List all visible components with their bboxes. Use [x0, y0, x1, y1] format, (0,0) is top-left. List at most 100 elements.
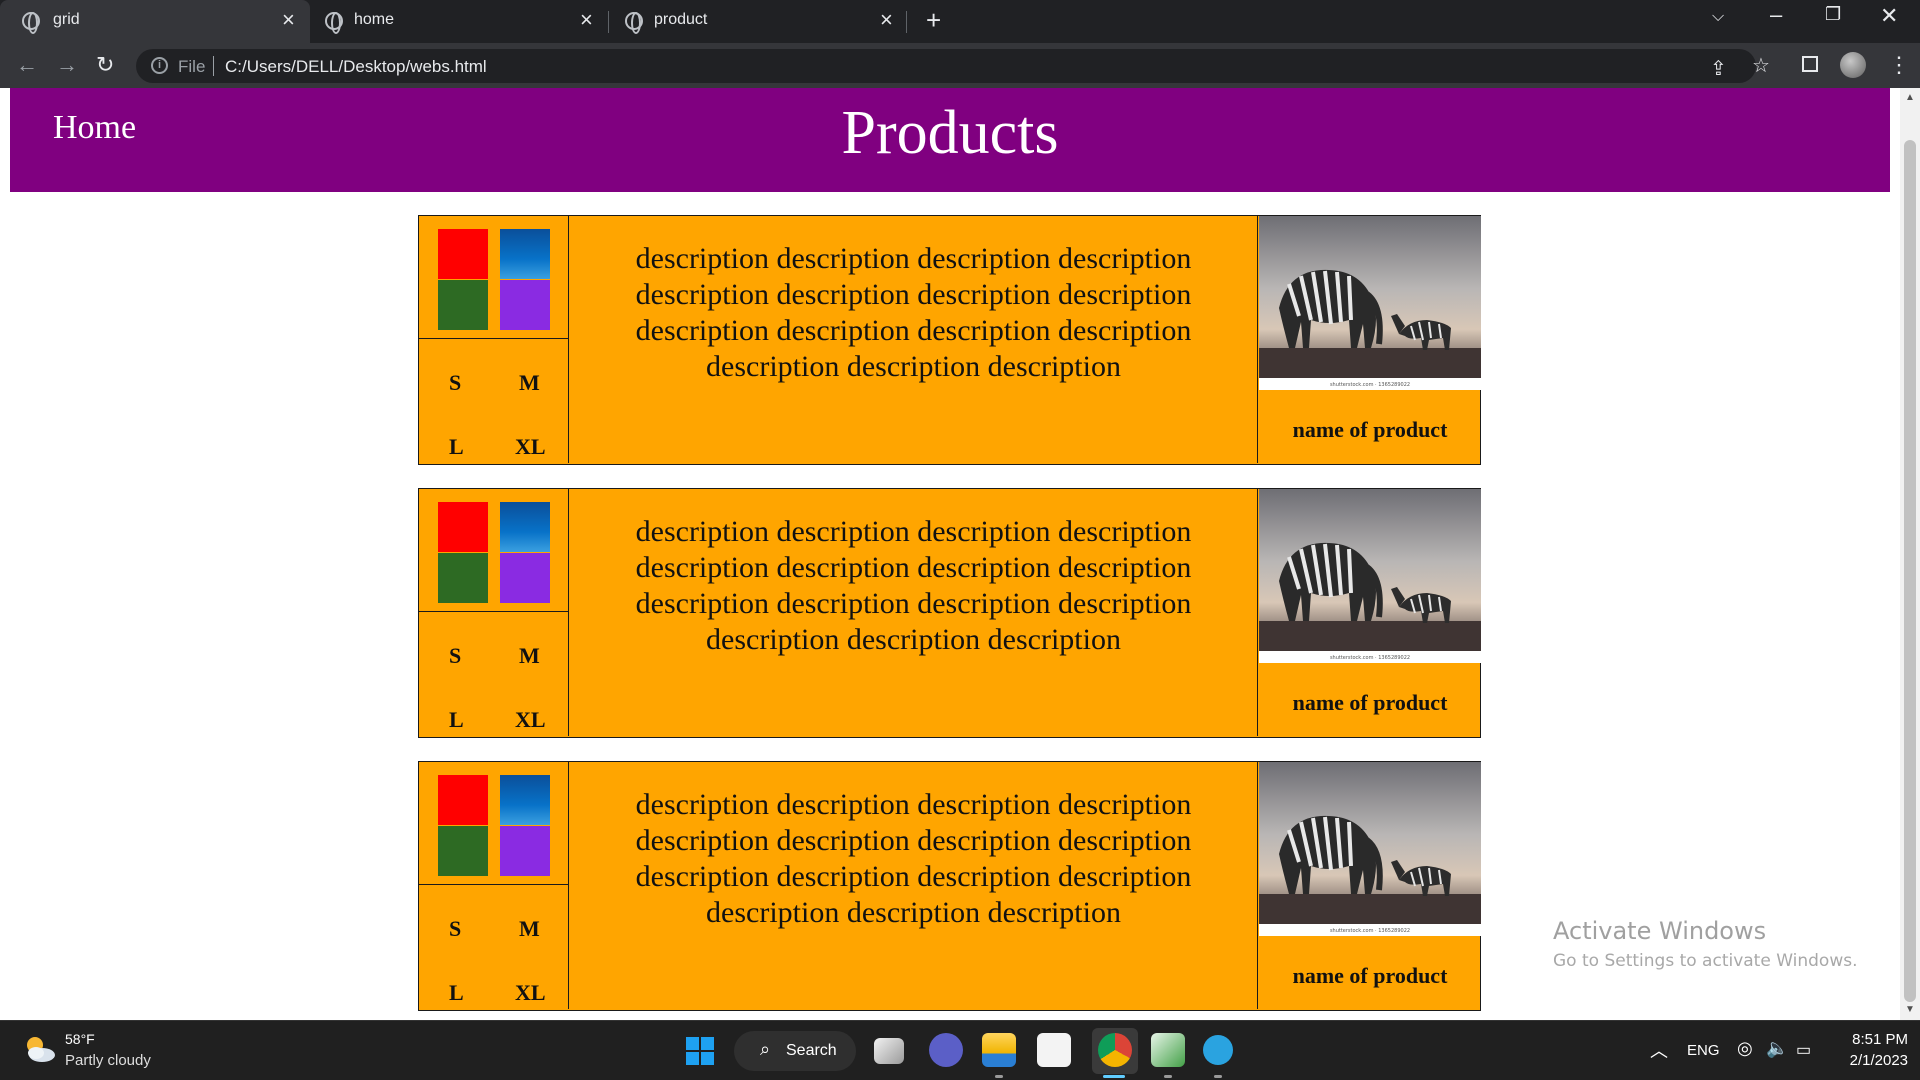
size-option[interactable]: M	[519, 916, 540, 942]
tab-grid[interactable]: grid ×	[0, 0, 310, 43]
share-icon[interactable]: ⇪	[1710, 56, 1727, 81]
file-explorer-icon[interactable]	[982, 1033, 1016, 1067]
globe-icon	[22, 12, 40, 34]
scheme-label: File	[178, 57, 206, 76]
size-option[interactable]: M	[519, 370, 540, 396]
color-swatch-purple[interactable]	[500, 280, 550, 330]
tab-product[interactable]: product ×	[610, 0, 910, 43]
color-swatch-red[interactable]	[438, 775, 488, 825]
clock-time[interactable]: 8:51 PM	[1838, 1031, 1908, 1048]
show-hidden-icons-chevron[interactable]: ︿	[1650, 1037, 1668, 1063]
language-indicator[interactable]: ENG	[1687, 1042, 1720, 1059]
product-photo: shutterstock.com · 1365289022	[1259, 216, 1481, 390]
size-option[interactable]: L	[449, 434, 464, 460]
browser-tab-strip: grid × home × product × + ⌵ – ❐ ✕	[0, 0, 1920, 43]
paint-app-icon[interactable]	[1151, 1033, 1185, 1067]
chrome-icon[interactable]	[1098, 1033, 1132, 1067]
running-indicator	[995, 1075, 1003, 1078]
tab-home[interactable]: home ×	[310, 0, 610, 43]
partly-cloudy-icon[interactable]	[22, 1033, 58, 1065]
product-media: shutterstock.com · 1365289022 name of pr…	[1259, 489, 1481, 736]
weather-temperature[interactable]: 58°F	[65, 1031, 95, 1047]
product-card: S M L XL description description descrip…	[418, 215, 1481, 465]
site-info-icon[interactable]: i	[151, 57, 168, 74]
size-option[interactable]: S	[449, 370, 461, 396]
telegram-icon[interactable]	[1203, 1035, 1233, 1065]
size-option[interactable]: XL	[515, 434, 546, 460]
weather-condition[interactable]: Partly cloudy	[65, 1052, 151, 1069]
bookmark-star-icon[interactable]: ☆	[1752, 53, 1770, 78]
product-description: description description description desc…	[635, 242, 1192, 383]
search-label: Search	[786, 1042, 837, 1059]
product-media: shutterstock.com · 1365289022 name of pr…	[1259, 216, 1481, 463]
color-swatch-green[interactable]	[438, 826, 488, 876]
activate-windows-watermark: Activate Windows Go to Settings to activ…	[1553, 917, 1858, 971]
color-swatch-blue[interactable]	[500, 229, 550, 279]
color-swatch-purple[interactable]	[500, 826, 550, 876]
profile-avatar[interactable]	[1840, 52, 1866, 78]
side-panel-icon[interactable]	[1802, 56, 1818, 72]
product-description-cell: description description description desc…	[570, 489, 1258, 736]
windows-start-button[interactable]	[686, 1037, 714, 1065]
close-tab-icon[interactable]: ×	[880, 7, 893, 33]
taskbar-search[interactable]: ⌕ Search	[734, 1031, 856, 1071]
color-swatch-green[interactable]	[438, 553, 488, 603]
back-arrow-icon[interactable]: ←	[16, 52, 38, 78]
battery-icon[interactable]: ▭	[1796, 1040, 1811, 1060]
color-swatches	[419, 489, 569, 612]
forward-arrow-icon[interactable]: →	[56, 52, 78, 78]
color-swatch-green[interactable]	[438, 280, 488, 330]
color-swatch-blue[interactable]	[500, 775, 550, 825]
restore-button[interactable]: ❐	[1825, 4, 1841, 25]
active-indicator	[1103, 1075, 1125, 1078]
size-option[interactable]: XL	[515, 707, 546, 733]
chat-icon[interactable]	[929, 1033, 963, 1067]
product-name[interactable]: name of product	[1259, 417, 1481, 443]
running-indicator	[1214, 1075, 1222, 1078]
scroll-thumb[interactable]	[1904, 140, 1916, 1002]
size-option[interactable]: L	[449, 707, 464, 733]
product-name[interactable]: name of product	[1259, 963, 1481, 989]
size-option[interactable]: S	[449, 916, 461, 942]
address-divider	[213, 56, 214, 76]
size-option[interactable]: M	[519, 643, 540, 669]
color-swatches	[419, 216, 569, 339]
network-globe-icon[interactable]: ◎	[1737, 1038, 1753, 1059]
globe-icon	[625, 12, 643, 34]
close-tab-icon[interactable]: ×	[580, 7, 593, 33]
product-card: S M L XL description description descrip…	[418, 761, 1481, 1011]
color-swatch-red[interactable]	[438, 229, 488, 279]
size-option[interactable]: XL	[515, 980, 546, 1006]
tab-divider	[608, 11, 609, 33]
scroll-down-arrow-icon[interactable]: ▼	[1905, 1004, 1915, 1015]
color-swatch-purple[interactable]	[500, 553, 550, 603]
image-caption: shutterstock.com · 1365289022	[1330, 382, 1410, 388]
microsoft-store-icon[interactable]	[1037, 1033, 1071, 1067]
color-swatch-blue[interactable]	[500, 502, 550, 552]
product-name[interactable]: name of product	[1259, 690, 1481, 716]
product-description-cell: description description description desc…	[570, 762, 1258, 1009]
new-tab-button[interactable]: +	[926, 5, 941, 36]
reload-icon[interactable]: ↻	[96, 52, 114, 78]
minimize-button[interactable]: –	[1770, 2, 1782, 28]
size-option[interactable]: L	[449, 980, 464, 1006]
scroll-up-arrow-icon[interactable]: ▲	[1905, 92, 1915, 103]
task-view-icon[interactable]	[874, 1038, 904, 1064]
color-swatch-red[interactable]	[438, 502, 488, 552]
more-menu-icon[interactable]: ⋮	[1888, 52, 1910, 78]
tab-title: product	[654, 11, 708, 28]
url-text[interactable]: C:/Users/DELL/Desktop/webs.html	[225, 57, 487, 77]
page-scrollbar[interactable]: ▲ ▼	[1900, 88, 1920, 1020]
volume-icon[interactable]: 🔈	[1766, 1038, 1788, 1059]
size-option[interactable]: S	[449, 643, 461, 669]
close-tab-icon[interactable]: ×	[282, 7, 295, 33]
tab-search-chevron-icon[interactable]: ⌵	[1712, 8, 1724, 26]
page-header: Home Products	[10, 88, 1890, 192]
clock-date[interactable]: 2/1/2023	[1838, 1052, 1908, 1069]
zebra-elephant-image: shutterstock.com · 1365289022	[1259, 489, 1481, 663]
tab-title: grid	[53, 11, 80, 28]
watermark-title: Activate Windows	[1553, 917, 1767, 945]
address-bar[interactable]: i File C:/Users/DELL/Desktop/webs.html ⇪	[136, 49, 1756, 83]
page-title: Products	[841, 99, 1059, 167]
close-window-button[interactable]: ✕	[1880, 3, 1898, 29]
